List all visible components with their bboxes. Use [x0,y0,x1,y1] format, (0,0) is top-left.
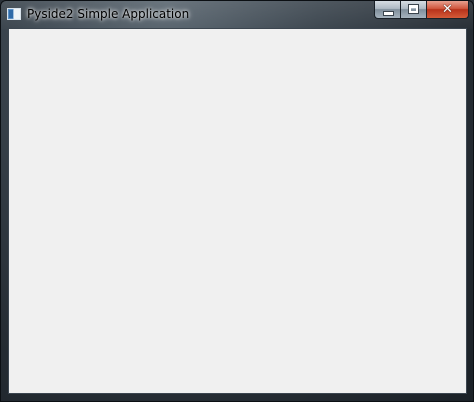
main-content-area[interactable] [8,28,467,394]
maximize-button[interactable] [400,1,426,19]
window-controls: ✕ [374,1,469,20]
app-window-icon[interactable] [7,8,21,20]
maximize-icon [408,4,419,14]
title-bar[interactable]: Pyside2 Simple Application ✕ [1,1,473,27]
close-button[interactable]: ✕ [426,1,469,19]
app-window-icon-pane [9,10,13,18]
minimize-button[interactable] [374,1,400,19]
application-window: Pyside2 Simple Application ✕ [0,0,474,402]
close-icon: ✕ [442,2,453,17]
minimize-icon [383,11,394,16]
window-title: Pyside2 Simple Application [27,7,190,21]
